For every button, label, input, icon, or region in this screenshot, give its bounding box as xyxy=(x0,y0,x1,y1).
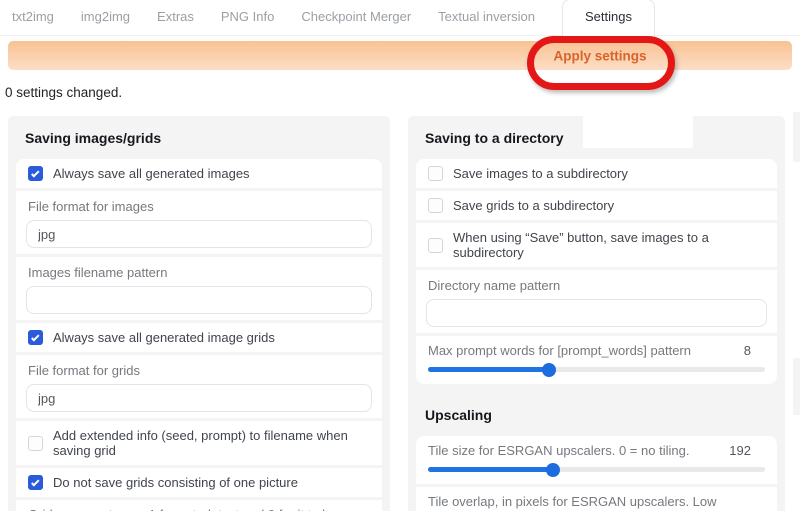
setting-tile-overlap: Tile overlap, in pixels for ESRGAN upsca… xyxy=(416,487,777,511)
tab-png-info[interactable]: PNG Info xyxy=(221,0,274,35)
field-label: File format for images xyxy=(28,199,372,214)
max-prompt-words-slider[interactable] xyxy=(428,367,765,372)
tab-settings[interactable]: Settings xyxy=(562,0,655,36)
setting-save-grids-subdir[interactable]: Save grids to a subdirectory xyxy=(416,191,777,220)
setting-images-filename-pattern: Images filename pattern xyxy=(16,257,382,320)
setting-add-extended-info[interactable]: Add extended info (seed, prompt) to file… xyxy=(16,421,382,465)
file-format-images-input[interactable] xyxy=(26,220,372,248)
section-saving-directory: Saving to a directory Save images to a s… xyxy=(408,116,785,511)
checkbox-label: When using “Save” button, save images to… xyxy=(453,230,765,260)
checkbox[interactable] xyxy=(28,166,43,181)
tab-extras[interactable]: Extras xyxy=(157,0,194,35)
slider-label: Max prompt words for [prompt_words] patt… xyxy=(428,343,691,358)
checkbox[interactable] xyxy=(28,330,43,345)
checkbox-label: Save grids to a subdirectory xyxy=(453,198,614,213)
next-column-sliver xyxy=(793,112,800,511)
slider-label: Tile overlap, in pixels for ESRGAN upsca… xyxy=(428,494,744,511)
checkbox[interactable] xyxy=(428,238,443,253)
checkbox-label: Always save all generated images xyxy=(53,166,250,181)
field-label: Directory name pattern xyxy=(428,278,767,293)
section-title: Saving images/grids xyxy=(8,116,390,159)
setting-save-button-subdir[interactable]: When using “Save” button, save images to… xyxy=(416,223,777,267)
tab-textual-inversion[interactable]: Textual inversion xyxy=(438,0,535,35)
setting-directory-name-pattern: Directory name pattern xyxy=(416,270,777,333)
slider-label: Grid row count; use -1 for autodetect an… xyxy=(28,507,344,511)
checkbox[interactable] xyxy=(428,198,443,213)
slider-handle[interactable] xyxy=(542,363,556,377)
settings-card: Always save all generated images File fo… xyxy=(16,159,382,511)
settings-card-upscaling: Tile size for ESRGAN upscalers. 0 = no t… xyxy=(416,436,777,511)
checkbox[interactable] xyxy=(28,475,43,490)
slider-value: 8 xyxy=(744,343,751,358)
white-patch-overlay xyxy=(583,110,693,148)
checkbox-label: Do not save grids consisting of one pict… xyxy=(53,475,298,490)
settings-card: Save images to a subdirectory Save grids… xyxy=(416,159,777,384)
top-tab-bar: txt2img img2img Extras PNG Info Checkpoi… xyxy=(0,0,800,36)
setting-always-save-grids[interactable]: Always save all generated image grids xyxy=(16,323,382,352)
checkbox-label: Save images to a subdirectory xyxy=(453,166,628,181)
settings-content: Saving images/grids Always save all gene… xyxy=(0,116,800,511)
tab-txt2img[interactable]: txt2img xyxy=(12,0,54,35)
settings-changed-status: 0 settings changed. xyxy=(5,85,800,100)
red-highlight-annotation xyxy=(527,36,675,90)
field-label: Images filename pattern xyxy=(28,265,372,280)
setting-file-format-images: File format for images xyxy=(16,191,382,254)
setting-save-images-subdir[interactable]: Save images to a subdirectory xyxy=(416,159,777,188)
checkbox[interactable] xyxy=(428,166,443,181)
checkmark-icon xyxy=(31,169,39,177)
file-format-grids-input[interactable] xyxy=(26,384,372,412)
setting-no-single-picture-grids[interactable]: Do not save grids consisting of one pict… xyxy=(16,468,382,497)
checkmark-icon xyxy=(31,478,39,486)
tab-checkpoint-merger[interactable]: Checkpoint Merger xyxy=(301,0,411,35)
tile-size-slider[interactable] xyxy=(428,467,765,472)
setting-always-save-images[interactable]: Always save all generated images xyxy=(16,159,382,188)
tab-img2img[interactable]: img2img xyxy=(81,0,130,35)
checkbox[interactable] xyxy=(28,436,43,451)
section-saving-images-grids: Saving images/grids Always save all gene… xyxy=(8,116,390,511)
slider-value: 192 xyxy=(729,443,751,458)
setting-tile-size: Tile size for ESRGAN upscalers. 0 = no t… xyxy=(416,436,777,484)
field-label: File format for grids xyxy=(28,363,372,378)
setting-grid-row-count: Grid row count; use -1 for autodetect an… xyxy=(16,500,382,511)
checkbox-label: Always save all generated image grids xyxy=(53,330,275,345)
slider-handle[interactable] xyxy=(546,463,560,477)
setting-file-format-grids: File format for grids xyxy=(16,355,382,418)
checkmark-icon xyxy=(31,333,39,341)
section-title-upscaling: Upscaling xyxy=(408,384,785,436)
slider-label: Tile size for ESRGAN upscalers. 0 = no t… xyxy=(428,443,689,458)
images-filename-pattern-input[interactable] xyxy=(26,286,372,314)
checkbox-label: Add extended info (seed, prompt) to file… xyxy=(53,428,370,458)
setting-max-prompt-words: Max prompt words for [prompt_words] patt… xyxy=(416,336,777,384)
directory-name-pattern-input[interactable] xyxy=(426,299,767,327)
